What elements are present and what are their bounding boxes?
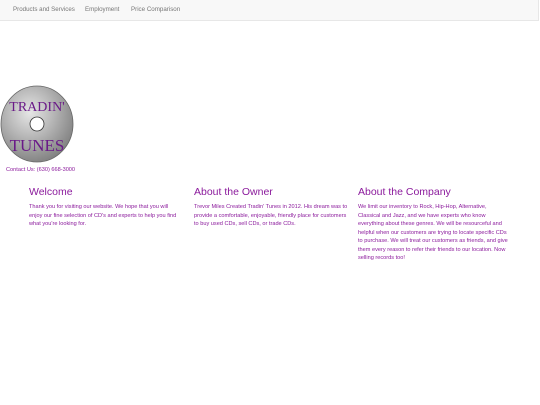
owner-text: Trevor Miles Created Tradin' Tunes in 20… bbox=[194, 204, 348, 227]
welcome-text: Thank you for visiting our website. We h… bbox=[29, 204, 177, 227]
welcome-heading: Welcome bbox=[29, 186, 73, 198]
nav-link-employment[interactable]: Employment bbox=[85, 6, 119, 13]
logo-text-line2: TUNES bbox=[10, 136, 65, 155]
company-heading: About the Company bbox=[358, 186, 451, 198]
nav-link-products-and-services[interactable]: Products and Services bbox=[13, 6, 75, 13]
contact-phone: Contact Us: (630) 668-3000 bbox=[6, 167, 76, 173]
cd-disc-logo-graphic: TRADIN' TUNES bbox=[0, 85, 74, 163]
company-text: We limit our inventory to Rock, Hip-Hop,… bbox=[358, 204, 508, 261]
welcome-section: Welcome Thank you for visiting our websi… bbox=[29, 186, 179, 229]
owner-section: About the Owner Trevor Miles Created Tra… bbox=[194, 186, 349, 229]
owner-heading: About the Owner bbox=[194, 186, 273, 198]
company-section: About the Company We limit our inventory… bbox=[358, 186, 510, 263]
nav-link-price-comparison[interactable]: Price Comparison bbox=[131, 6, 180, 13]
tradin-tunes-logo: TRADIN' TUNES bbox=[0, 85, 74, 163]
top-navbar: Products and Services Employment Price C… bbox=[0, 0, 539, 21]
logo-text-line1: TRADIN' bbox=[9, 100, 64, 115]
